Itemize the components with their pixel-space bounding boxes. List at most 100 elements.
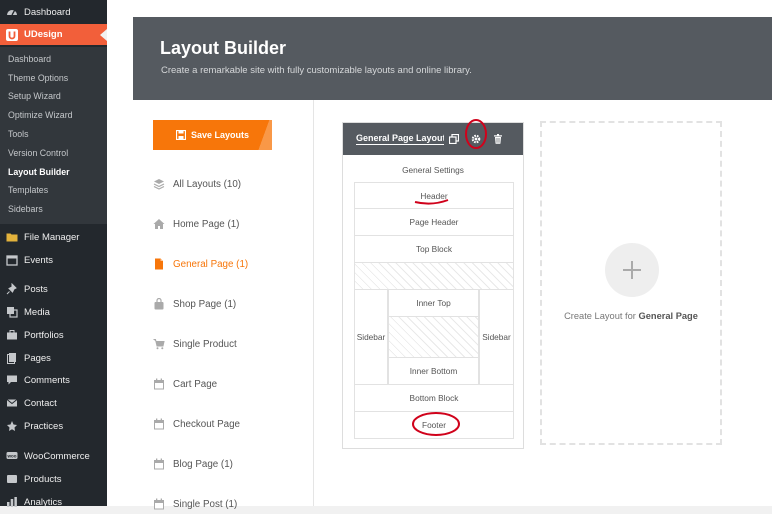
page-icon — [153, 258, 165, 270]
category-home-page[interactable]: Home Page (1) — [153, 214, 239, 234]
category-label: Checkout Page — [173, 418, 240, 430]
submenu-layout-builder[interactable]: Layout Builder — [0, 163, 107, 181]
mail-icon — [6, 397, 18, 409]
category-label: Cart Page — [173, 378, 218, 390]
sidebar-item-dashboard[interactable]: Dashboard — [0, 2, 107, 22]
analytics-icon — [6, 496, 18, 508]
folder-icon — [6, 231, 18, 243]
page-subtitle: Create a remarkable site with fully cust… — [161, 65, 472, 76]
submenu-theme-options[interactable]: Theme Options — [0, 69, 107, 87]
category-label: All Layouts (10) — [173, 178, 242, 190]
sidebar-item-label: Dashboard — [24, 6, 71, 18]
submenu-version-control[interactable]: Version Control — [0, 144, 107, 162]
submenu-tools[interactable]: Tools — [0, 125, 107, 143]
gear-icon[interactable] — [471, 133, 481, 144]
category-label: General Page (1) — [173, 258, 249, 270]
admin-sidebar: Dashboard UDesign Dashboard Theme Option… — [0, 0, 107, 508]
footer-block[interactable]: Footer — [354, 412, 514, 439]
practices-icon — [6, 420, 18, 432]
layout-card: General Page Layout General Settings Hea… — [342, 122, 524, 449]
page-header: Layout Builder Create a remarkable site … — [133, 17, 772, 100]
comments-icon — [6, 374, 18, 386]
save-layouts-button[interactable]: Save Layouts — [153, 120, 272, 150]
category-checkout-page[interactable]: Checkout Page — [153, 414, 240, 434]
category-label: Home Page (1) — [173, 218, 240, 230]
category-label: Shop Page (1) — [173, 298, 237, 310]
layout-card-header: General Page Layout — [343, 123, 523, 155]
submenu-sidebars[interactable]: Sidebars — [0, 200, 107, 218]
sidebar-item-label: UDesign — [24, 29, 63, 40]
submenu-optimize-wizard[interactable]: Optimize Wizard — [0, 106, 107, 124]
sidebar-item-label: Contact — [24, 397, 57, 409]
pin-icon — [6, 283, 18, 295]
content-placeholder-block — [354, 263, 514, 290]
sidebar-item-label: Events — [24, 254, 54, 266]
bottom-block[interactable]: Bottom Block — [354, 385, 514, 412]
sidebar-item-label: Portfolios — [24, 329, 64, 341]
page-header-block[interactable]: Page Header — [354, 209, 514, 236]
plus-icon[interactable] — [605, 243, 659, 297]
sidebar-item-label: Media — [24, 306, 50, 318]
sidebar-item-posts[interactable]: Posts — [0, 279, 107, 299]
category-cart-page[interactable]: Cart Page — [153, 374, 217, 394]
sidebar-item-udesign[interactable]: UDesign — [0, 24, 107, 45]
general-settings-link[interactable]: General Settings — [343, 165, 523, 175]
category-single-post[interactable]: Single Post (1) — [153, 494, 237, 514]
sidebar-item-portfolios[interactable]: Portfolios — [0, 325, 107, 345]
save-layouts-label: Save Layouts — [190, 130, 250, 140]
sidebar-item-label: Posts — [24, 283, 48, 295]
save-icon — [175, 130, 186, 140]
sidebar-item-practices[interactable]: Practices — [0, 416, 107, 436]
sidebar-item-comments[interactable]: Comments — [0, 370, 107, 390]
home-icon — [153, 218, 165, 230]
header-block[interactable]: Header — [354, 182, 514, 209]
sidebar-item-label: Practices — [24, 420, 64, 432]
submenu-setup-wizard[interactable]: Setup Wizard — [0, 87, 107, 105]
submenu-dashboard[interactable]: Dashboard — [0, 50, 107, 68]
trash-icon[interactable] — [493, 133, 503, 144]
create-layout-box[interactable]: Create Layout for General Page — [540, 121, 722, 445]
right-sidebar-block[interactable]: Sidebar — [479, 290, 514, 385]
sidebar-item-media[interactable]: Media — [0, 302, 107, 322]
sidebar-item-label: Pages — [24, 352, 51, 364]
media-icon — [6, 306, 18, 318]
woocommerce-icon: woo — [6, 450, 18, 462]
copy-icon[interactable] — [449, 133, 459, 144]
category-general-page[interactable]: General Page (1) — [153, 254, 248, 274]
top-block[interactable]: Top Block — [354, 236, 514, 263]
category-label: Blog Page (1) — [173, 458, 233, 470]
inner-bottom-block[interactable]: Inner Bottom — [388, 358, 479, 385]
submenu-templates[interactable]: Templates — [0, 181, 107, 199]
sidebar-item-analytics[interactable]: Analytics — [0, 492, 107, 512]
udesign-logo-icon — [6, 28, 18, 41]
left-sidebar-block[interactable]: Sidebar — [354, 290, 388, 385]
category-shop-page[interactable]: Shop Page (1) — [153, 294, 236, 314]
sidebar-item-file-manager[interactable]: File Manager — [0, 227, 107, 247]
sidebar-item-pages[interactable]: Pages — [0, 348, 107, 368]
sidebar-item-contact[interactable]: Contact — [0, 393, 107, 413]
svg-text:woo: woo — [7, 453, 17, 458]
category-all-layouts[interactable]: All Layouts (10) — [153, 174, 241, 194]
main-content-block — [388, 317, 479, 358]
sidebar-item-woocommerce[interactable]: woo WooCommerce — [0, 446, 107, 466]
category-single-product[interactable]: Single Product — [153, 334, 237, 354]
stack-icon — [153, 178, 165, 190]
calendar-icon — [6, 254, 18, 266]
sidebar-item-products[interactable]: Products — [0, 469, 107, 489]
pages-icon — [6, 352, 18, 364]
calendar-icon — [153, 378, 165, 390]
category-blog-page[interactable]: Blog Page (1) — [153, 454, 233, 474]
dashboard-icon — [6, 6, 18, 18]
create-layout-label: Create Layout for General Page — [564, 311, 698, 321]
sidebar-item-events[interactable]: Events — [0, 250, 107, 270]
sidebar-item-label: Products — [24, 473, 62, 485]
category-label: Single Post (1) — [173, 498, 238, 510]
layout-title-input[interactable]: General Page Layout — [356, 133, 444, 145]
inner-top-block[interactable]: Inner Top — [388, 290, 479, 317]
calendar-icon — [153, 458, 165, 470]
portfolio-icon — [6, 329, 18, 341]
sidebar-item-label: WooCommerce — [24, 450, 90, 462]
shop-bag-icon — [153, 298, 165, 310]
calendar-icon — [153, 418, 165, 430]
sidebar-item-label: File Manager — [24, 231, 80, 243]
